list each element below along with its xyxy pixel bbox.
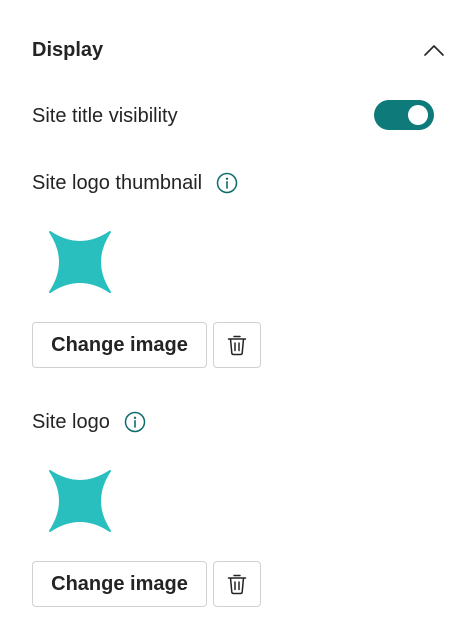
- site-title-visibility-row: Site title visibility: [32, 101, 178, 131]
- trash-icon: [227, 335, 247, 356]
- site-title-visibility-toggle[interactable]: [374, 100, 434, 130]
- display-section-header[interactable]: Display: [32, 34, 446, 66]
- trash-icon: [227, 574, 247, 595]
- site-logo-thumbnail-row: Site logo thumbnail: [32, 168, 238, 198]
- site-logo-actions: Change image: [32, 561, 261, 607]
- site-logo-thumbnail-label: Site logo thumbnail: [32, 171, 203, 194]
- delete-logo-button[interactable]: [213, 561, 261, 607]
- info-icon[interactable]: [216, 172, 238, 194]
- delete-thumbnail-button[interactable]: [213, 322, 261, 368]
- site-logo-thumbnail-actions: Change image: [32, 322, 261, 368]
- chevron-up-icon[interactable]: [422, 38, 446, 62]
- change-logo-image-button[interactable]: Change image: [32, 561, 207, 607]
- site-logo-thumbnail-image: [48, 230, 112, 294]
- site-title-visibility-label: Site title visibility: [32, 104, 178, 127]
- site-logo-label: Site logo: [32, 410, 110, 433]
- four-point-star-logo: [49, 231, 111, 293]
- section-title: Display: [32, 38, 104, 61]
- info-icon[interactable]: [124, 411, 146, 433]
- site-logo-row: Site logo: [32, 407, 146, 437]
- site-logo-image: [48, 469, 112, 533]
- toggle-knob: [408, 105, 428, 125]
- change-thumbnail-image-button[interactable]: Change image: [32, 322, 207, 368]
- four-point-star-logo: [49, 470, 111, 532]
